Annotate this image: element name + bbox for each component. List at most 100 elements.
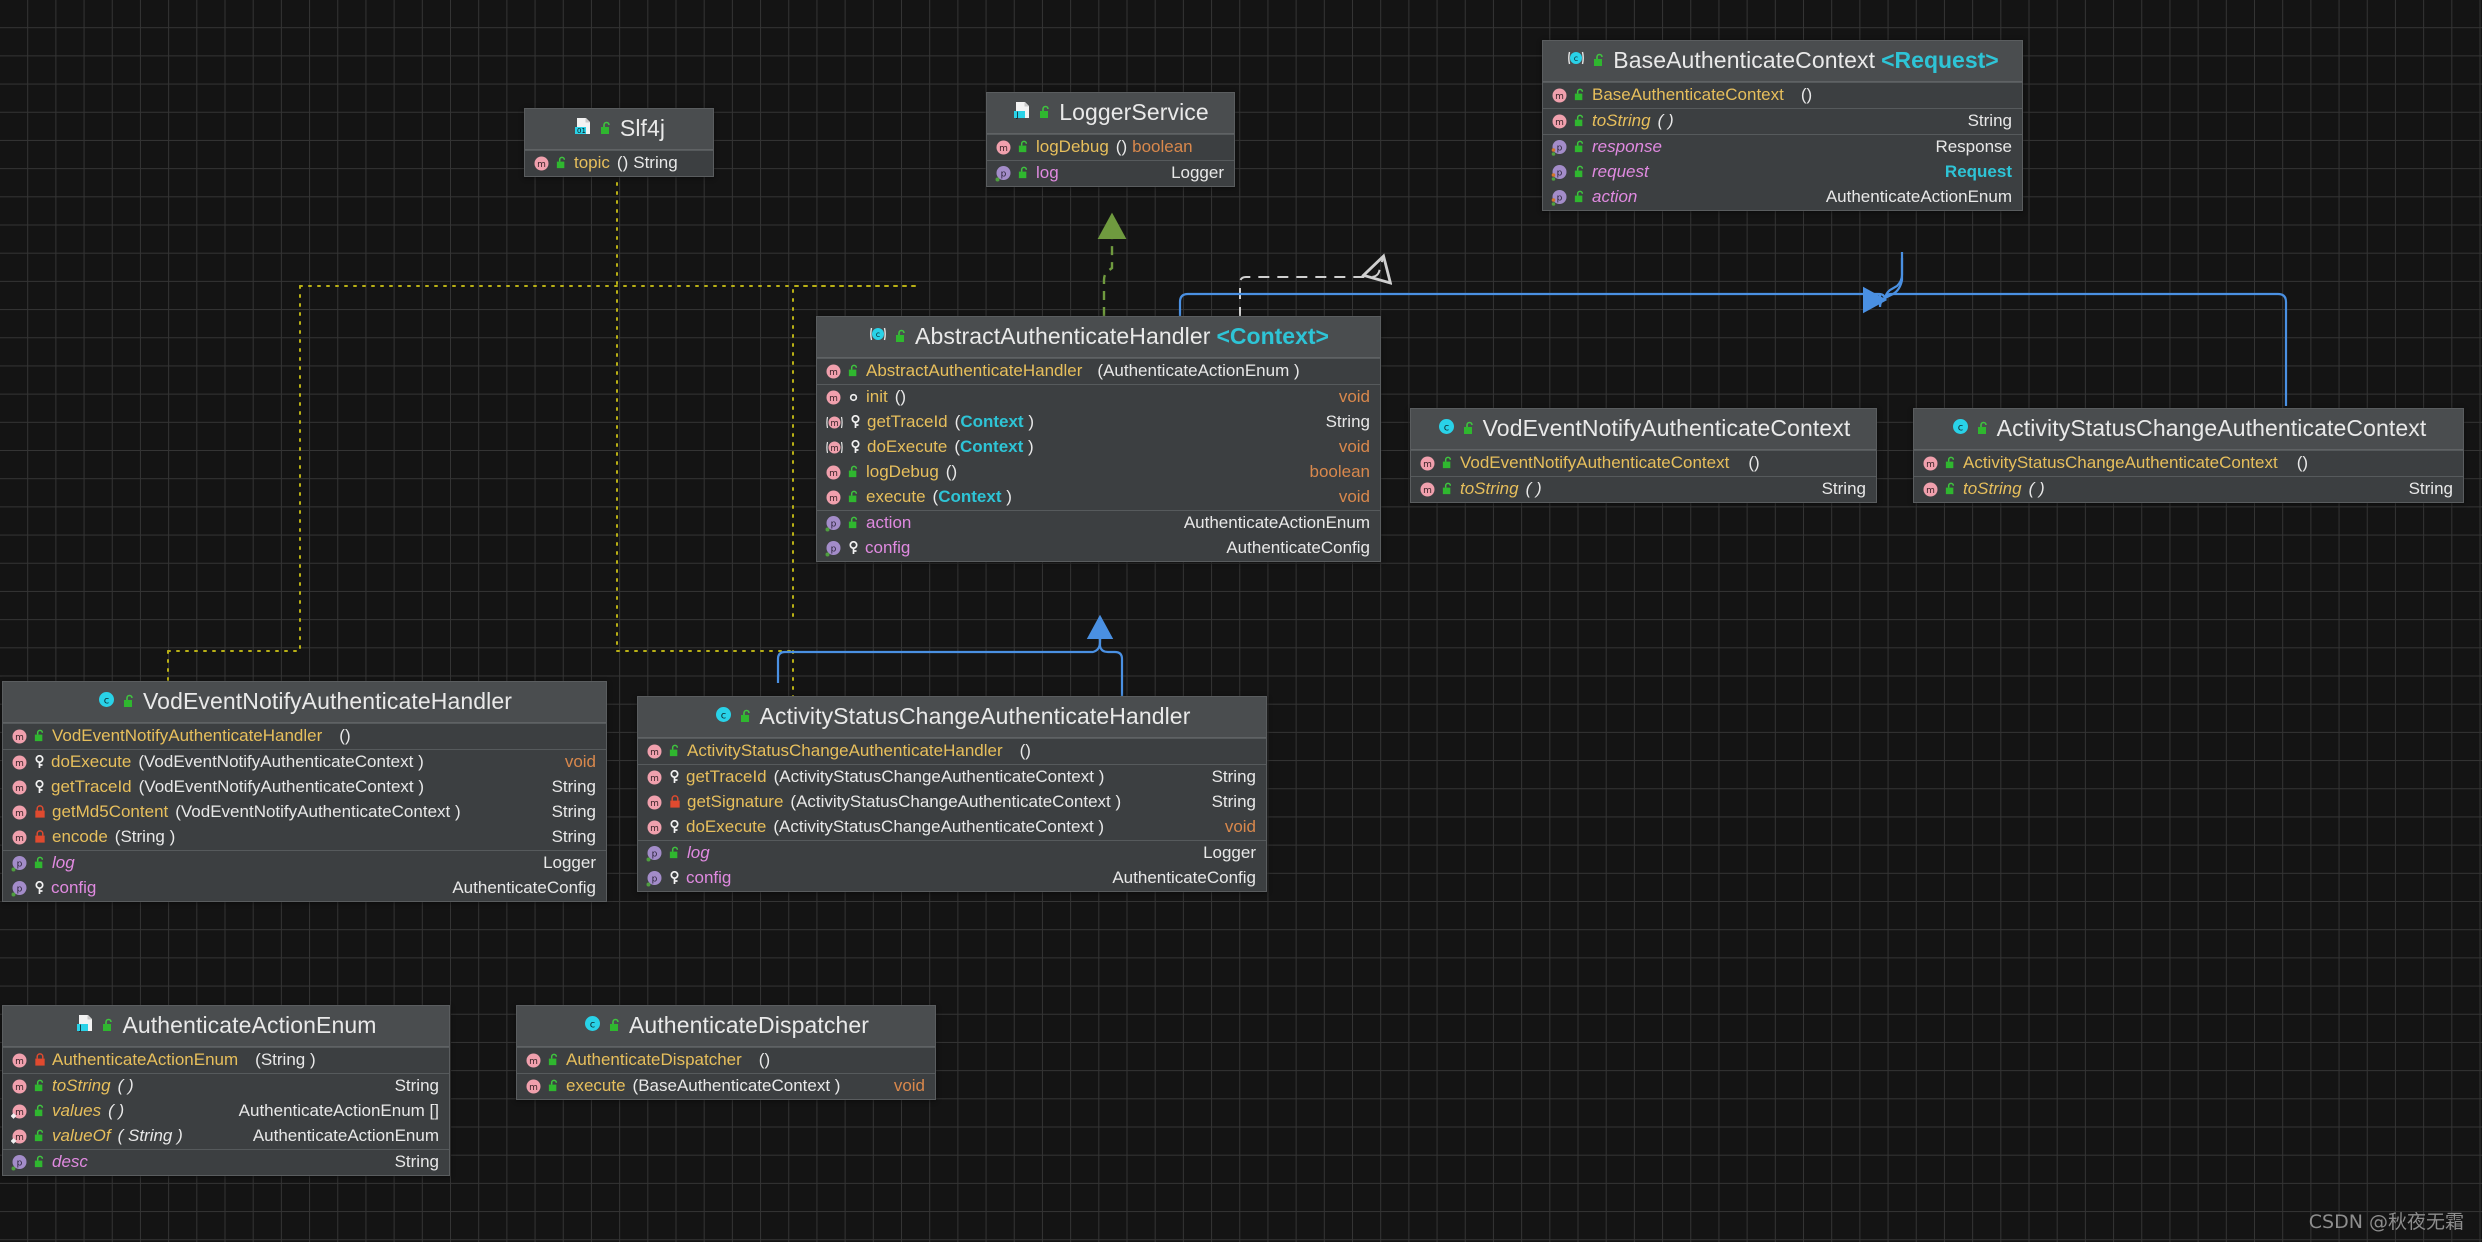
member-row[interactable]: p config AuthenticateConfig: [638, 866, 1266, 891]
member-row[interactable]: m execute (Context ) void: [817, 485, 1380, 510]
node-header: J AuthenticateActionEnum: [3, 1006, 449, 1047]
class-node-abstractauthenticatehandler[interactable]: c AbstractAuthenticateHandler <Context> m…: [816, 316, 1381, 562]
node-section: m init () void m getTraceId (Context ) S…: [817, 384, 1380, 510]
member-row[interactable]: m AuthenticateActionEnum (String ): [3, 1048, 449, 1073]
class-node-vodeventnotifyauthenticatehandler[interactable]: c VodEventNotifyAuthenticateHandler m Vo…: [2, 681, 607, 902]
member-row[interactable]: m getTraceId (ActivityStatusChangeAuthen…: [638, 765, 1266, 790]
class-node-slf4j[interactable]: 01 Slf4j m topic () String: [524, 108, 714, 177]
svg-text:p: p: [831, 544, 837, 554]
member-row[interactable]: m encode (String ) String: [3, 825, 606, 850]
node-title: ActivityStatusChangeAuthenticateContext: [1996, 415, 2427, 441]
member-row[interactable]: m toString ( ) String: [3, 1074, 449, 1099]
member-row[interactable]: m valueOf ( String ) AuthenticateActionE…: [3, 1124, 449, 1149]
member-row[interactable]: m getTraceId (VodEventNotifyAuthenticate…: [3, 775, 606, 800]
property-icon: p: [825, 515, 842, 532]
method-icon: m: [825, 464, 842, 481]
node-section: p log Logger p config AuthenticateConfig: [3, 850, 606, 901]
svg-text:m: m: [650, 748, 659, 758]
member-row[interactable]: p log Logger: [987, 161, 1234, 186]
member-signature: (): [894, 387, 907, 406]
method-icon: m: [646, 819, 663, 836]
unlock-icon: [1592, 47, 1607, 74]
unlock-icon: [1441, 456, 1455, 470]
key-icon: [33, 754, 46, 770]
member-row[interactable]: m AuthenticateDispatcher (): [517, 1048, 935, 1073]
member-row[interactable]: p response Response: [1543, 135, 2022, 160]
member-row[interactable]: m doExecute (ActivityStatusChangeAuthent…: [638, 815, 1266, 840]
class-node-activitystatuschangeauthenticatehandler[interactable]: c ActivityStatusChangeAuthenticateHandle…: [637, 696, 1267, 892]
member-name: getTraceId: [686, 767, 767, 786]
svg-text:p: p: [652, 874, 658, 884]
member-row[interactable]: m toString ( ) String: [1411, 477, 1876, 502]
member-row[interactable]: p log Logger: [3, 851, 606, 876]
member-name: request: [1592, 162, 1649, 181]
class-node-baseauthenticatecontext[interactable]: c BaseAuthenticateContext <Request> m Bas…: [1542, 40, 2023, 211]
member-row[interactable]: m init () void: [817, 385, 1380, 410]
member-row[interactable]: m doExecute (VodEventNotifyAuthenticateC…: [3, 750, 606, 775]
unlock-icon: [847, 490, 861, 504]
member-row[interactable]: m VodEventNotifyAuthenticateContext (): [1411, 451, 1876, 476]
abstract-class-icon: c: [1566, 47, 1586, 74]
method-icon: m: [1551, 113, 1568, 130]
node-section: p action AuthenticateActionEnum p config…: [817, 510, 1380, 561]
member-row[interactable]: m BaseAuthenticateContext (): [1543, 83, 2022, 108]
node-section: m AuthenticateDispatcher (): [517, 1047, 935, 1073]
member-row[interactable]: m getMd5Content (VodEventNotifyAuthentic…: [3, 800, 606, 825]
member-name: execute: [866, 487, 926, 506]
class-node-authenticatedispatcher[interactable]: c AuthenticateDispatcher m AuthenticateD…: [516, 1005, 936, 1100]
member-signature: (ActivityStatusChangeAuthenticateContext…: [790, 792, 1122, 811]
class-node-loggerservice[interactable]: J LoggerService m logDebug () boolean p …: [986, 92, 1235, 187]
java-interface-file-icon: J: [1012, 99, 1032, 126]
member-row[interactable]: m values ( ) AuthenticateActionEnum []: [3, 1099, 449, 1124]
member-row[interactable]: p log Logger: [638, 841, 1266, 866]
method-icon: m: [646, 743, 663, 760]
property-icon: p: [11, 1154, 28, 1171]
key-icon: [33, 880, 46, 896]
lock-icon: [668, 795, 682, 809]
member-signature: (Context ): [932, 487, 1012, 506]
member-row[interactable]: p request Request: [1543, 160, 2022, 185]
method-icon: m: [11, 779, 28, 796]
member-row[interactable]: m ActivityStatusChangeAuthenticateHandle…: [638, 739, 1266, 764]
member-name: values: [52, 1101, 102, 1120]
member-return-type: String: [1821, 479, 1866, 498]
member-row[interactable]: p desc String: [3, 1150, 449, 1175]
member-row[interactable]: m execute (BaseAuthenticateContext ) voi…: [517, 1074, 935, 1099]
member-name: action: [1592, 187, 1638, 206]
member-row[interactable]: m AbstractAuthenticateHandler (Authentic…: [817, 359, 1380, 384]
member-row[interactable]: p config AuthenticateConfig: [817, 536, 1380, 561]
member-name: ActivityStatusChangeAuthenticateHandler: [687, 741, 1003, 760]
node-section: p log Logger p config AuthenticateConfig: [638, 840, 1266, 891]
member-row[interactable]: m getSignature (ActivityStatusChangeAuth…: [638, 790, 1266, 815]
unlock-icon: [33, 1104, 47, 1118]
class-node-authenticateactionenum[interactable]: J AuthenticateActionEnum m AuthenticateA…: [2, 1005, 450, 1176]
unlock-icon: [1573, 140, 1587, 154]
member-row[interactable]: m ActivityStatusChangeAuthenticateContex…: [1914, 451, 2463, 476]
member-row[interactable]: m toString ( ) String: [1914, 477, 2463, 502]
annotation-icon: 01: [573, 115, 593, 142]
member-row[interactable]: m logDebug () boolean: [987, 135, 1234, 160]
member-name: response: [1592, 137, 1662, 156]
member-name: AuthenticateActionEnum: [52, 1050, 239, 1069]
class-node-vodeventnotifyauthenticatecontext[interactable]: c VodEventNotifyAuthenticateContext m Vo…: [1410, 408, 1877, 503]
method-icon: m: [995, 139, 1012, 156]
member-row[interactable]: m logDebug () boolean: [817, 460, 1380, 485]
member-row[interactable]: m topic () String: [525, 151, 713, 176]
member-return-type: String: [551, 802, 596, 821]
member-signature: ( ): [117, 1076, 134, 1095]
member-return-type: AuthenticateActionEnum []: [238, 1101, 439, 1120]
member-row[interactable]: m getTraceId (Context ) String: [817, 410, 1380, 435]
member-row[interactable]: p action AuthenticateActionEnum: [1543, 185, 2022, 210]
member-row[interactable]: p config AuthenticateConfig: [3, 876, 606, 901]
svg-text:c: c: [1574, 54, 1578, 63]
unlock-icon: [33, 729, 47, 743]
unlock-icon: [668, 846, 682, 860]
member-row[interactable]: m toString ( ) String: [1543, 109, 2022, 134]
class-node-activitystatuschangeauthenticatecontext[interactable]: c ActivityStatusChangeAuthenticateContex…: [1913, 408, 2464, 503]
svg-text:m: m: [999, 144, 1008, 154]
member-row[interactable]: p action AuthenticateActionEnum: [817, 511, 1380, 536]
key-icon: [33, 779, 46, 795]
member-row[interactable]: m doExecute (Context ) void: [817, 435, 1380, 460]
member-row[interactable]: m VodEventNotifyAuthenticateHandler (): [3, 724, 606, 749]
svg-text:m: m: [830, 419, 838, 429]
